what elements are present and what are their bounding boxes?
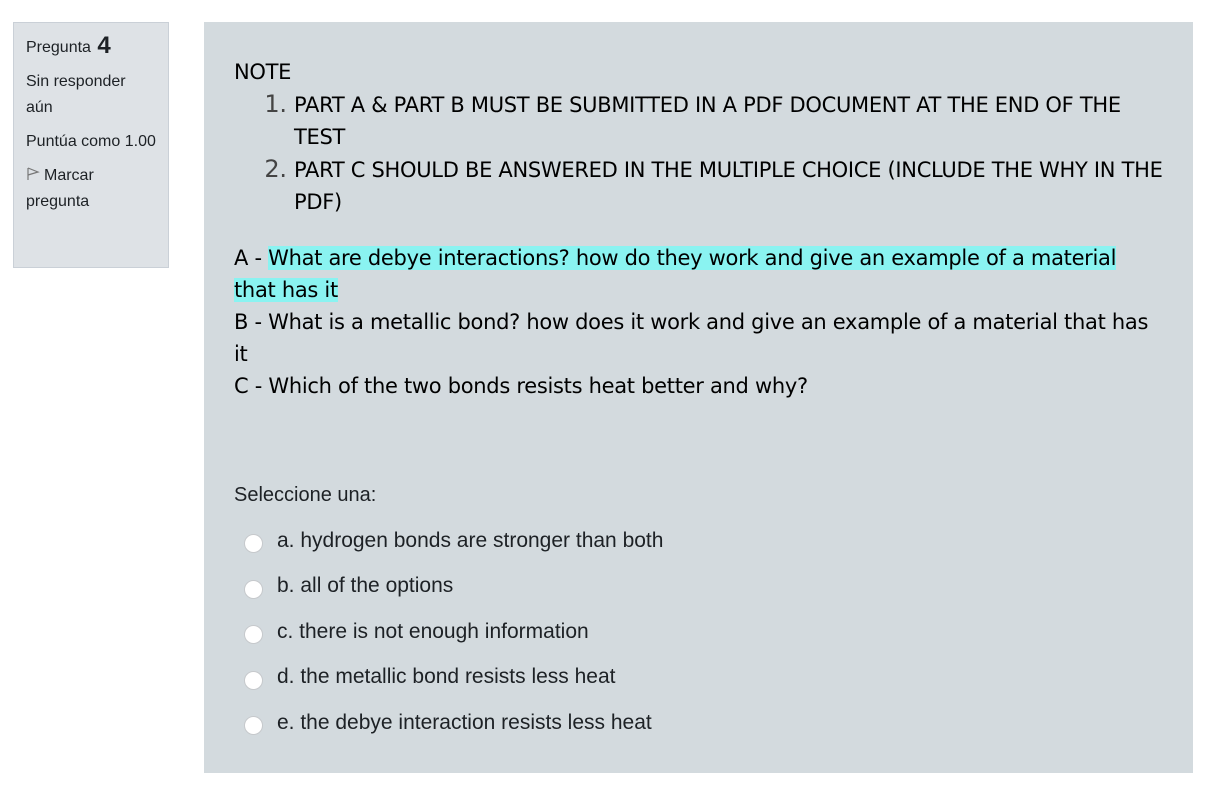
answer-option-b[interactable]: b. all of the options: [234, 564, 1163, 610]
answer-label[interactable]: b. all of the options: [277, 574, 453, 598]
answer-option-a[interactable]: a. hydrogen bonds are stronger than both: [234, 518, 1163, 564]
radio-button[interactable]: [244, 670, 263, 690]
note-title: NOTE: [234, 60, 292, 84]
answer-label[interactable]: c. there is not enough information: [277, 620, 589, 644]
flag-question-button[interactable]: Marcar pregunta: [26, 163, 156, 215]
answer-label[interactable]: e. the debye interaction resists less he…: [277, 711, 652, 735]
flag-icon: [27, 167, 40, 180]
answer-prompt: Seleccione una:: [234, 484, 377, 506]
answer-label[interactable]: d. the metallic bond resists less heat: [277, 665, 616, 689]
radio-button[interactable]: [244, 579, 263, 599]
radio-button[interactable]: [244, 716, 263, 736]
part-b: B - What is a metallic bond? how does it…: [234, 310, 1149, 366]
radio-button[interactable]: [244, 625, 263, 645]
part-a-prefix: A -: [234, 246, 269, 270]
question-text: NOTE PART A & PART B MUST BE SUBMITTED I…: [234, 56, 1163, 402]
question-label: Pregunta: [26, 39, 91, 56]
question-content: NOTE PART A & PART B MUST BE SUBMITTED I…: [204, 22, 1193, 773]
answer-option-c[interactable]: c. there is not enough information: [234, 609, 1163, 655]
question-info-panel: Pregunta 4 Sin responder aún Puntúa como…: [13, 22, 169, 268]
part-a: A - What are debye interactions? how do …: [234, 242, 1163, 306]
part-a-highlighted-text: What are debye interactions? how do they…: [234, 246, 1117, 302]
question-number: Pregunta 4: [26, 32, 156, 59]
notes-list: PART A & PART B MUST BE SUBMITTED IN A P…: [234, 88, 1163, 218]
answer-option-d[interactable]: d. the metallic bond resists less heat: [234, 655, 1163, 701]
note-item: PART A & PART B MUST BE SUBMITTED IN A P…: [294, 88, 1163, 153]
question-number-value: 4: [97, 32, 111, 59]
note-item: PART C SHOULD BE ANSWERED IN THE MULTIPL…: [294, 153, 1163, 218]
radio-button[interactable]: [244, 534, 263, 554]
question-grade: Puntúa como 1.00: [26, 133, 156, 150]
answer-options: a. hydrogen bonds are stronger than both…: [234, 518, 1163, 746]
answer-label[interactable]: a. hydrogen bonds are stronger than both: [277, 529, 663, 553]
question-state: Sin responder aún: [26, 73, 126, 116]
part-c: C - Which of the two bonds resists heat …: [234, 374, 808, 398]
question-parts: A - What are debye interactions? how do …: [234, 242, 1163, 402]
answer-option-e[interactable]: e. the debye interaction resists less he…: [234, 700, 1163, 746]
